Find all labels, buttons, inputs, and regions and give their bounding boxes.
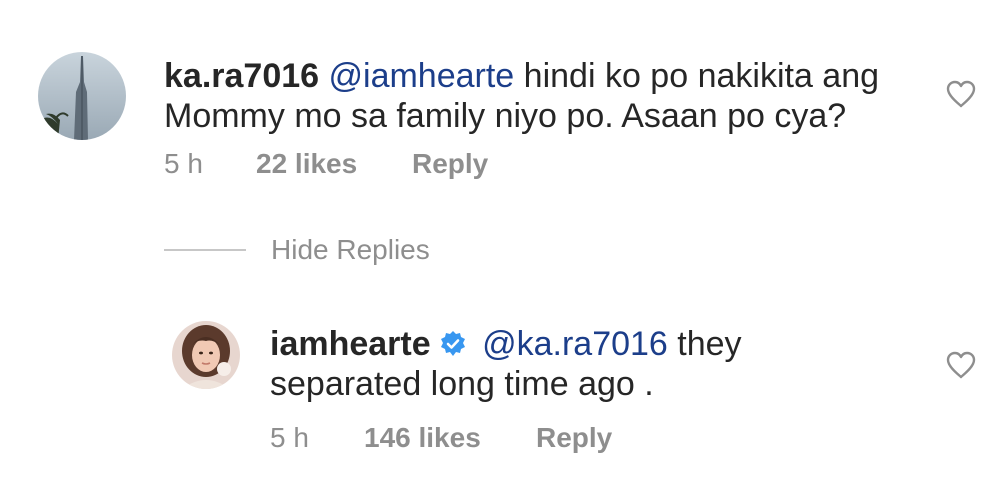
comment-mention[interactable]: @iamhearte: [329, 57, 515, 95]
reply-meta: 5 h 146 likes Reply: [270, 422, 670, 454]
woman-portrait-icon: [172, 321, 240, 389]
comment-likes[interactable]: 22 likes: [256, 148, 357, 180]
comment-username[interactable]: ka.ra7016: [164, 57, 319, 95]
comment-meta: 5 h 22 likes Reply: [164, 148, 564, 180]
reply-mention[interactable]: @ka.ra7016: [482, 325, 668, 363]
reply-text-line2: separated long time ago .: [270, 365, 654, 403]
hide-replies-label: Hide Replies: [271, 234, 430, 265]
tower-photo-icon: [38, 52, 126, 140]
avatar[interactable]: [172, 321, 240, 389]
reply-body: iamhearte @ka.ra7016 they separated long…: [270, 324, 910, 404]
reply-username[interactable]: iamhearte: [270, 325, 431, 363]
reply-text-line1: they: [667, 325, 742, 363]
comment-body: ka.ra7016 @iamhearte hindi ko po nakikit…: [164, 56, 924, 136]
comment-time: 5 h: [164, 148, 203, 179]
reply-time: 5 h: [270, 422, 309, 453]
avatar[interactable]: [38, 52, 126, 140]
verified-badge-icon: [439, 330, 467, 358]
reply-likes[interactable]: 146 likes: [364, 422, 481, 454]
comment-text-line2: Mommy mo sa family niyo po. Asaan po cya…: [164, 97, 847, 135]
replies-divider: [164, 249, 246, 251]
like-heart-icon[interactable]: [946, 351, 976, 379]
like-heart-icon[interactable]: [946, 80, 976, 108]
comment-reply-button[interactable]: Reply: [412, 148, 488, 180]
reply-reply-button[interactable]: Reply: [536, 422, 612, 454]
comment-text-line1: hindi ko po nakikita ang: [514, 57, 880, 95]
